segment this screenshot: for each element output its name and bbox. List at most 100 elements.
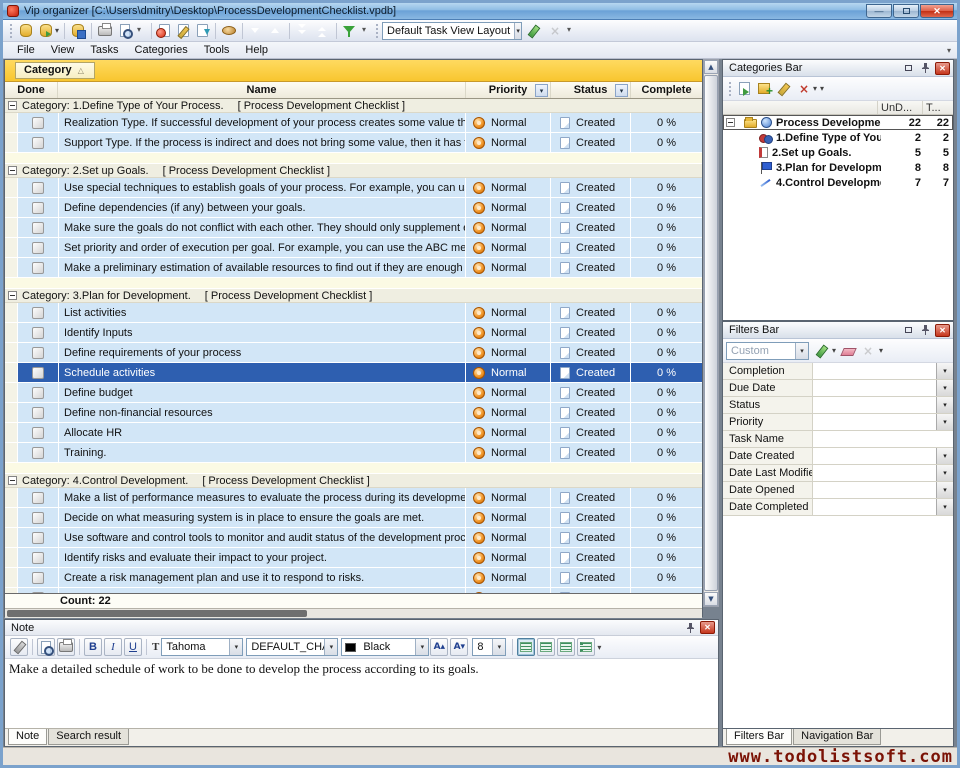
move-up-button[interactable] [266, 21, 286, 40]
task-row[interactable]: Support Type. If the process is indirect… [5, 133, 702, 152]
column-header-name[interactable]: Name [58, 82, 466, 98]
new-category-button[interactable] [754, 79, 774, 98]
align-center-button[interactable] [537, 638, 555, 656]
tab-filters-bar[interactable]: Filters Bar [726, 729, 792, 745]
edit-category-button[interactable] [774, 79, 794, 98]
toolbar-grip[interactable] [10, 24, 13, 38]
filter-dropdown-button[interactable]: ▾ [936, 414, 953, 430]
title-bar[interactable]: Vip organizer [C:\Users\dmitry\Desktop\P… [3, 3, 957, 20]
task-row[interactable]: Identify risks and evaluate their impact… [5, 548, 702, 567]
increase-font-button[interactable]: A▴ [430, 638, 448, 656]
horizontal-scrollbar[interactable] [5, 608, 702, 618]
task-checkbox[interactable] [32, 512, 44, 524]
filter-dropdown-button[interactable]: ▾ [936, 363, 953, 379]
overflow-button[interactable] [135, 21, 148, 40]
pin-panel-button[interactable] [918, 62, 933, 75]
delete-category-button[interactable]: ×▾ [794, 79, 819, 98]
print-preview-button[interactable] [115, 21, 135, 40]
task-checkbox[interactable] [32, 137, 44, 149]
move-down-button[interactable] [246, 21, 266, 40]
tree-item[interactable]: 2.Set up Goals.55 [723, 145, 953, 160]
vertical-scrollbar[interactable]: ▲ ▼ [703, 59, 719, 607]
chevron-down-icon[interactable]: ▾ [492, 639, 505, 655]
category-group-row[interactable]: Category: 4.Control Development.[ Proces… [5, 474, 702, 488]
note-print-button[interactable] [57, 638, 75, 656]
filter-dropdown-button[interactable]: ▾ [936, 397, 953, 413]
task-checkbox[interactable] [32, 327, 44, 339]
task-row[interactable]: Define budgetNormalCreated0 % [5, 383, 702, 402]
note-print-preview-button[interactable] [37, 638, 55, 656]
filter-value-field[interactable] [813, 363, 936, 379]
vertical-scrollbar-thumb[interactable] [704, 75, 718, 591]
tab-search-result[interactable]: Search result [48, 729, 129, 745]
toolbar-overflow-icon[interactable]: ▾ [820, 84, 824, 93]
font-size-combo[interactable]: 8 ▾ [472, 638, 506, 656]
overflow-button[interactable] [360, 21, 373, 40]
filter-value-field[interactable] [813, 431, 953, 447]
complete-task-button[interactable] [219, 21, 239, 40]
task-row[interactable]: Define dependencies (if any) between you… [5, 198, 702, 217]
task-checkbox[interactable] [32, 592, 44, 594]
task-checkbox[interactable] [32, 387, 44, 399]
decrease-font-button[interactable]: A▾ [450, 638, 468, 656]
task-row[interactable]: Use software and control tools to monito… [5, 528, 702, 547]
save-db-button[interactable] [68, 21, 88, 40]
toolbar-overflow-icon[interactable]: ▾ [597, 643, 601, 652]
collapse-icon[interactable] [8, 166, 17, 175]
filter-value-field[interactable] [813, 499, 936, 515]
task-row[interactable]: Schedule activitiesNormalCreated0 % [5, 363, 702, 382]
font-family-combo[interactable]: Tahoma ▾ [161, 638, 243, 656]
filter-value-field[interactable] [813, 414, 936, 430]
close-panel-button[interactable]: ✕ [935, 324, 950, 337]
open-db-button[interactable]: ▾ [36, 21, 61, 40]
task-checkbox[interactable] [32, 552, 44, 564]
font-color-combo[interactable]: Black ▾ [341, 638, 429, 656]
task-checkbox[interactable] [32, 532, 44, 544]
collapse-icon[interactable] [8, 291, 17, 300]
task-checkbox[interactable] [32, 242, 44, 254]
chevron-down-icon[interactable]: ▾ [514, 23, 521, 39]
pin-panel-button[interactable] [918, 324, 933, 337]
category-group-row[interactable]: Category: 3.Plan for Development.[ Proce… [5, 289, 702, 303]
task-row[interactable]: Make a contingency plan and use it in ca… [5, 588, 702, 593]
clear-filter-button[interactable] [838, 341, 858, 360]
filter-dropdown-button[interactable]: ▾ [936, 465, 953, 481]
column-header-undone[interactable]: UnD... [878, 101, 923, 114]
category-group-row[interactable]: Category: 1.Define Type of Your Process.… [5, 99, 702, 113]
horizontal-scrollbar-thumb[interactable] [7, 610, 307, 617]
filter-button[interactable] [340, 21, 360, 40]
chevron-down-icon[interactable]: ▾ [795, 343, 808, 359]
delete-task-button[interactable] [193, 21, 212, 40]
task-checkbox[interactable] [32, 427, 44, 439]
column-header-total[interactable]: T... [923, 101, 953, 114]
column-header-priority[interactable]: Priority ▾ [466, 82, 551, 98]
task-row[interactable]: Allocate HRNormalCreated0 % [5, 423, 702, 442]
align-left-button[interactable] [517, 638, 535, 656]
task-row[interactable]: Define non-financial resourcesNormalCrea… [5, 403, 702, 422]
apply-layout-button[interactable] [525, 21, 545, 40]
delete-layout-button[interactable]: × [545, 21, 565, 40]
task-checkbox[interactable] [32, 307, 44, 319]
task-checkbox[interactable] [32, 262, 44, 274]
filter-value-field[interactable] [813, 482, 936, 498]
edit-task-button[interactable] [174, 21, 193, 40]
tab-note[interactable]: Note [8, 729, 47, 745]
apply-filter-button[interactable]: ▾ [813, 341, 838, 360]
close-panel-button[interactable]: ✕ [935, 62, 950, 75]
task-checkbox[interactable] [32, 572, 44, 584]
menu-help[interactable]: Help [237, 43, 276, 57]
underline-button[interactable]: U [124, 638, 142, 656]
filter-value-field[interactable] [813, 380, 936, 396]
chevron-down-icon[interactable]: ▾ [229, 639, 242, 655]
scroll-down-icon[interactable]: ▼ [704, 592, 718, 606]
task-checkbox[interactable] [32, 367, 44, 379]
task-checkbox[interactable] [32, 117, 44, 129]
bold-button[interactable]: B [84, 638, 102, 656]
collapse-icon[interactable] [8, 101, 17, 110]
task-row[interactable]: Use special techniques to establish goal… [5, 178, 702, 197]
maximize-button[interactable] [893, 4, 919, 18]
menu-overflow-icon[interactable]: ▾ [947, 46, 951, 55]
scroll-up-icon[interactable]: ▲ [704, 60, 718, 74]
toolbar-grip[interactable] [729, 82, 732, 96]
minimize-button[interactable]: — [866, 4, 892, 18]
